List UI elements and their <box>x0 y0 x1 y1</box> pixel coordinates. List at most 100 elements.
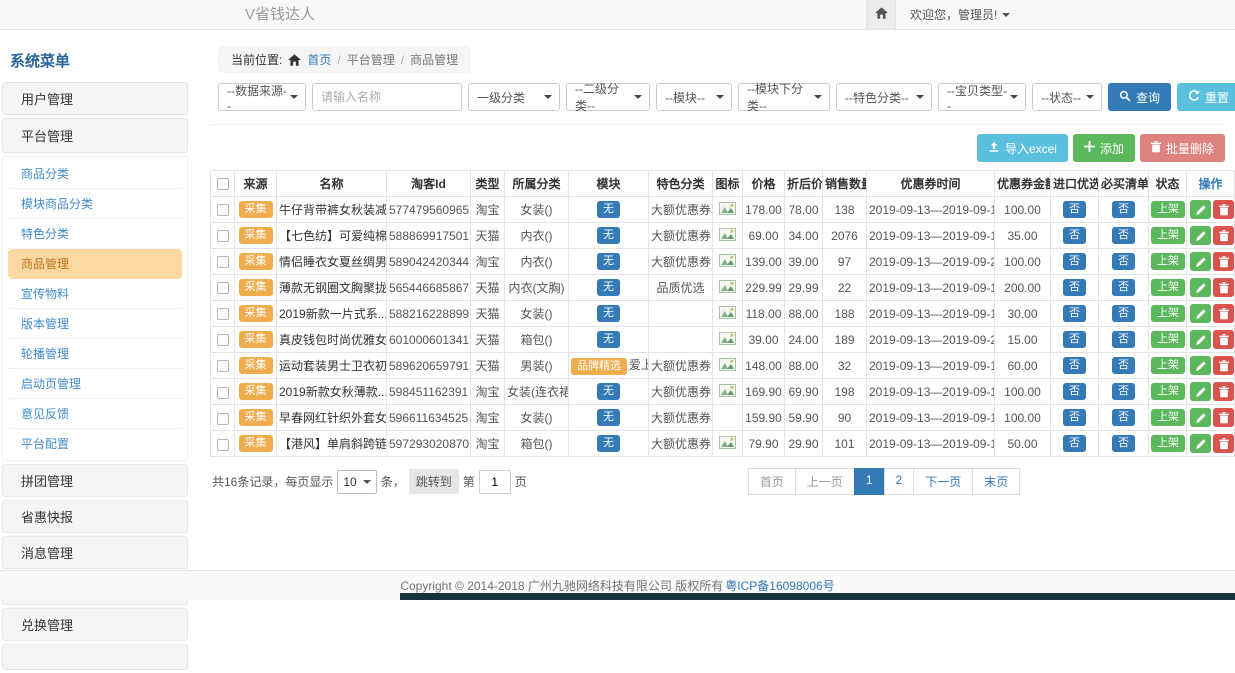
sidebar-group-消息管理[interactable]: 消息管理 <box>2 536 188 569</box>
filter-select-一级分类[interactable]: 一级分类 <box>468 83 560 111</box>
search-button[interactable]: 查询 <box>1108 83 1171 111</box>
row-checkbox[interactable] <box>217 282 229 294</box>
sidebar-group-用户管理[interactable]: 用户管理 <box>2 82 188 115</box>
sidebar-item-模块商品分类[interactable]: 模块商品分类 <box>8 189 182 219</box>
delete-button[interactable] <box>1213 330 1234 349</box>
status-toggle[interactable]: 上架 <box>1151 279 1185 296</box>
row-checkbox[interactable] <box>217 204 229 216</box>
icp-link[interactable]: 粤ICP备16098006号 <box>725 577 834 594</box>
sidebar-group-拼团管理[interactable]: 拼团管理 <box>2 464 188 497</box>
edit-button[interactable] <box>1190 278 1211 297</box>
status-toggle[interactable]: 上架 <box>1151 253 1185 270</box>
select-all-checkbox[interactable] <box>217 178 229 190</box>
edit-button[interactable] <box>1190 356 1211 375</box>
sidebar-group-省惠快报[interactable]: 省惠快报 <box>2 500 188 533</box>
batch-delete-button[interactable]: 批量删除 <box>1140 134 1225 162</box>
status-toggle[interactable]: 上架 <box>1151 435 1185 452</box>
sidebar-item-启动页管理[interactable]: 启动页管理 <box>8 369 182 399</box>
row-checkbox[interactable] <box>217 413 229 425</box>
must-buy-toggle[interactable]: 否 <box>1112 331 1135 348</box>
delete-button[interactable] <box>1213 382 1234 401</box>
sidebar-item-轮播管理[interactable]: 轮播管理 <box>8 339 182 369</box>
sidebar-item-意见反馈[interactable]: 意见反馈 <box>8 399 182 429</box>
row-checkbox[interactable] <box>217 256 229 268</box>
page-button-上一页[interactable]: 上一页 <box>795 468 855 495</box>
sidebar-item-平台配置[interactable]: 平台配置 <box>8 429 182 458</box>
import-toggle[interactable]: 否 <box>1063 409 1086 426</box>
filter-select-特色分类[interactable]: --特色分类-- <box>836 83 932 111</box>
edit-button[interactable] <box>1190 226 1211 245</box>
add-button[interactable]: 添加 <box>1073 134 1135 162</box>
delete-button[interactable] <box>1213 200 1234 219</box>
import-toggle[interactable]: 否 <box>1063 305 1086 322</box>
row-checkbox[interactable] <box>217 439 229 451</box>
delete-button[interactable] <box>1213 356 1234 375</box>
edit-button[interactable] <box>1190 434 1211 453</box>
breadcrumb-home-link[interactable]: 首页 <box>307 51 331 68</box>
sidebar-item-版本管理[interactable]: 版本管理 <box>8 309 182 339</box>
import-toggle[interactable]: 否 <box>1063 435 1086 452</box>
import-toggle[interactable]: 否 <box>1063 357 1086 374</box>
delete-button[interactable] <box>1213 434 1234 453</box>
home-button[interactable] <box>866 0 896 29</box>
data-source-select[interactable]: --数据来源-- <box>218 83 306 111</box>
reset-button[interactable]: 重置 <box>1177 83 1235 111</box>
must-buy-toggle[interactable]: 否 <box>1112 357 1135 374</box>
must-buy-toggle[interactable]: 否 <box>1112 279 1135 296</box>
edit-button[interactable] <box>1190 304 1211 323</box>
edit-button[interactable] <box>1190 408 1211 427</box>
sidebar-item-特色分类[interactable]: 特色分类 <box>8 219 182 249</box>
must-buy-toggle[interactable]: 否 <box>1112 201 1135 218</box>
status-toggle[interactable]: 上架 <box>1151 383 1185 400</box>
row-checkbox[interactable] <box>217 360 229 372</box>
import-toggle[interactable]: 否 <box>1063 227 1086 244</box>
row-checkbox[interactable] <box>217 334 229 346</box>
page-button-首页[interactable]: 首页 <box>748 468 796 495</box>
sidebar-item-商品分类[interactable]: 商品分类 <box>8 159 182 189</box>
status-toggle[interactable]: 上架 <box>1151 357 1185 374</box>
edit-button[interactable] <box>1190 200 1211 219</box>
filter-select-二级分类[interactable]: --二级分类-- <box>566 83 650 111</box>
status-toggle[interactable]: 上架 <box>1151 201 1185 218</box>
delete-button[interactable] <box>1213 304 1234 323</box>
page-button-下一页[interactable]: 下一页 <box>913 468 973 495</box>
page-button-末页[interactable]: 末页 <box>972 468 1020 495</box>
must-buy-toggle[interactable]: 否 <box>1112 409 1135 426</box>
status-toggle[interactable]: 上架 <box>1151 227 1185 244</box>
filter-select-模块[interactable]: --模块-- <box>656 83 732 111</box>
import-toggle[interactable]: 否 <box>1063 383 1086 400</box>
delete-button[interactable] <box>1213 278 1234 297</box>
import-toggle[interactable]: 否 <box>1063 201 1086 218</box>
must-buy-toggle[interactable]: 否 <box>1112 227 1135 244</box>
page-button-2[interactable]: 2 <box>884 468 915 495</box>
import-excel-button[interactable]: 导入excel <box>977 134 1068 162</box>
sidebar-group-兑换管理[interactable]: 兑换管理 <box>2 608 188 641</box>
per-page-select[interactable]: 10 <box>337 470 376 494</box>
sidebar-item-宣传物料[interactable]: 宣传物料 <box>8 279 182 309</box>
edit-button[interactable] <box>1190 382 1211 401</box>
must-buy-toggle[interactable]: 否 <box>1112 383 1135 400</box>
sidebar-item-商品管理[interactable]: 商品管理 <box>8 249 182 279</box>
name-search-input[interactable] <box>312 83 462 111</box>
status-toggle[interactable]: 上架 <box>1151 331 1185 348</box>
sidebar-group-partial[interactable] <box>2 644 188 670</box>
row-checkbox[interactable] <box>217 387 229 399</box>
delete-button[interactable] <box>1213 408 1234 427</box>
edit-button[interactable] <box>1190 252 1211 271</box>
page-number-input[interactable] <box>479 470 511 494</box>
edit-button[interactable] <box>1190 330 1211 349</box>
import-toggle[interactable]: 否 <box>1063 331 1086 348</box>
sidebar-group-平台管理[interactable]: 平台管理 <box>2 118 188 153</box>
user-menu[interactable]: 欢迎您，管理员! <box>910 6 1010 23</box>
row-checkbox[interactable] <box>217 308 229 320</box>
filter-select-宝贝类型[interactable]: --宝贝类型-- <box>938 83 1026 111</box>
delete-button[interactable] <box>1213 252 1234 271</box>
import-toggle[interactable]: 否 <box>1063 253 1086 270</box>
status-toggle[interactable]: 上架 <box>1151 409 1185 426</box>
status-toggle[interactable]: 上架 <box>1151 305 1185 322</box>
must-buy-toggle[interactable]: 否 <box>1112 435 1135 452</box>
must-buy-toggle[interactable]: 否 <box>1112 305 1135 322</box>
jump-to-button[interactable]: 跳转到 <box>409 469 459 494</box>
filter-select-模块下分类[interactable]: --模块下分类-- <box>738 83 830 111</box>
filter-select-状态[interactable]: --状态-- <box>1032 83 1102 111</box>
